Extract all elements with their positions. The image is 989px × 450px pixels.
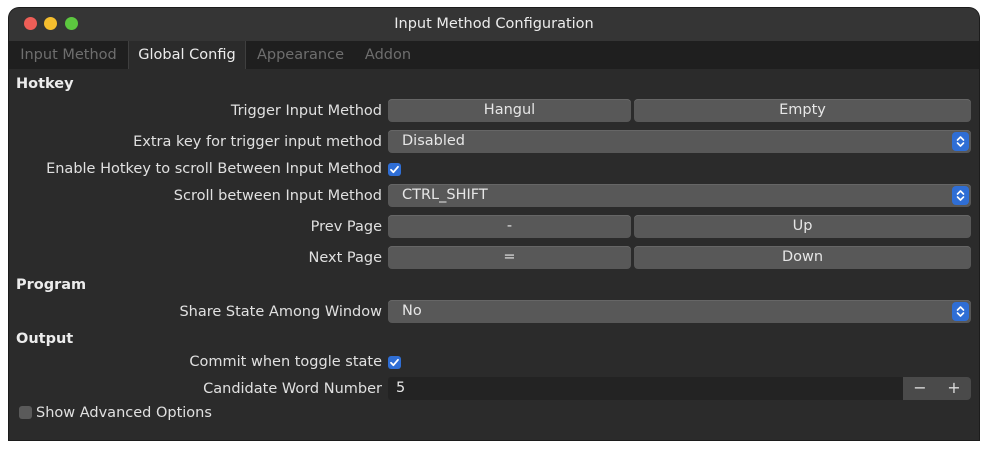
share-state-select[interactable]: No	[388, 300, 971, 323]
next-page-label: Next Page	[308, 250, 383, 266]
scroll-between-value: CTRL_SHIFT	[402, 187, 488, 203]
section-hotkey-heading: Hotkey	[16, 76, 74, 92]
trigger-key2-button[interactable]: Empty	[634, 99, 971, 122]
spin-buttons: − +	[903, 377, 971, 400]
extra-key-label: Extra key for trigger input method	[133, 134, 382, 150]
show-advanced-checkbox[interactable]	[19, 406, 32, 419]
enable-scroll-hotkey-checkbox[interactable]	[388, 163, 401, 176]
window-title: Input Method Configuration	[394, 16, 594, 32]
prev-page-key2-button[interactable]: Up	[634, 215, 971, 238]
config-window: Input Method Configuration Input Method …	[9, 8, 979, 440]
tab-appearance[interactable]: Appearance	[246, 41, 355, 69]
trigger-key1-button[interactable]: Hangul	[388, 99, 631, 122]
tab-addon[interactable]: Addon	[355, 41, 421, 69]
chevron-up-down-icon	[952, 132, 969, 151]
candidate-number-label: Candidate Word Number	[203, 381, 382, 397]
share-state-label: Share State Among Window	[179, 304, 382, 320]
prev-page-key1-button[interactable]: -	[388, 215, 631, 238]
scroll-between-label: Scroll between Input Method	[173, 188, 382, 204]
checkmark-icon	[390, 165, 399, 174]
increment-button[interactable]: +	[937, 377, 971, 400]
chevron-up-down-icon	[952, 302, 969, 321]
extra-key-value: Disabled	[402, 133, 465, 149]
title-bar[interactable]: Input Method Configuration	[9, 8, 979, 41]
section-output-heading: Output	[16, 331, 74, 347]
checkmark-icon	[390, 358, 399, 367]
candidate-number-value: 5	[396, 380, 406, 396]
tab-global-config[interactable]: Global Config	[128, 41, 246, 69]
chevron-up-down-icon	[952, 186, 969, 205]
prev-page-label: Prev Page	[310, 219, 382, 235]
next-page-key1-button[interactable]: =	[388, 246, 631, 269]
next-page-key2-button[interactable]: Down	[634, 246, 971, 269]
tab-bar: Input Method Global Config Appearance Ad…	[9, 41, 979, 69]
decrement-button[interactable]: −	[903, 377, 937, 400]
show-advanced-label[interactable]: Show Advanced Options	[36, 403, 212, 423]
candidate-number-input[interactable]: 5	[388, 377, 903, 400]
tab-input-method[interactable]: Input Method	[9, 41, 128, 69]
share-state-value: No	[402, 303, 422, 319]
trigger-input-method-label: Trigger Input Method	[230, 103, 382, 119]
extra-key-select[interactable]: Disabled	[388, 130, 971, 153]
candidate-number-spinbox: 5 − +	[388, 377, 971, 400]
section-program-heading: Program	[16, 277, 87, 293]
enable-scroll-hotkey-label: Enable Hotkey to scroll Between Input Me…	[46, 161, 382, 177]
commit-toggle-label: Commit when toggle state	[189, 354, 382, 370]
scroll-between-select[interactable]: CTRL_SHIFT	[388, 184, 971, 207]
commit-toggle-checkbox[interactable]	[388, 356, 401, 369]
